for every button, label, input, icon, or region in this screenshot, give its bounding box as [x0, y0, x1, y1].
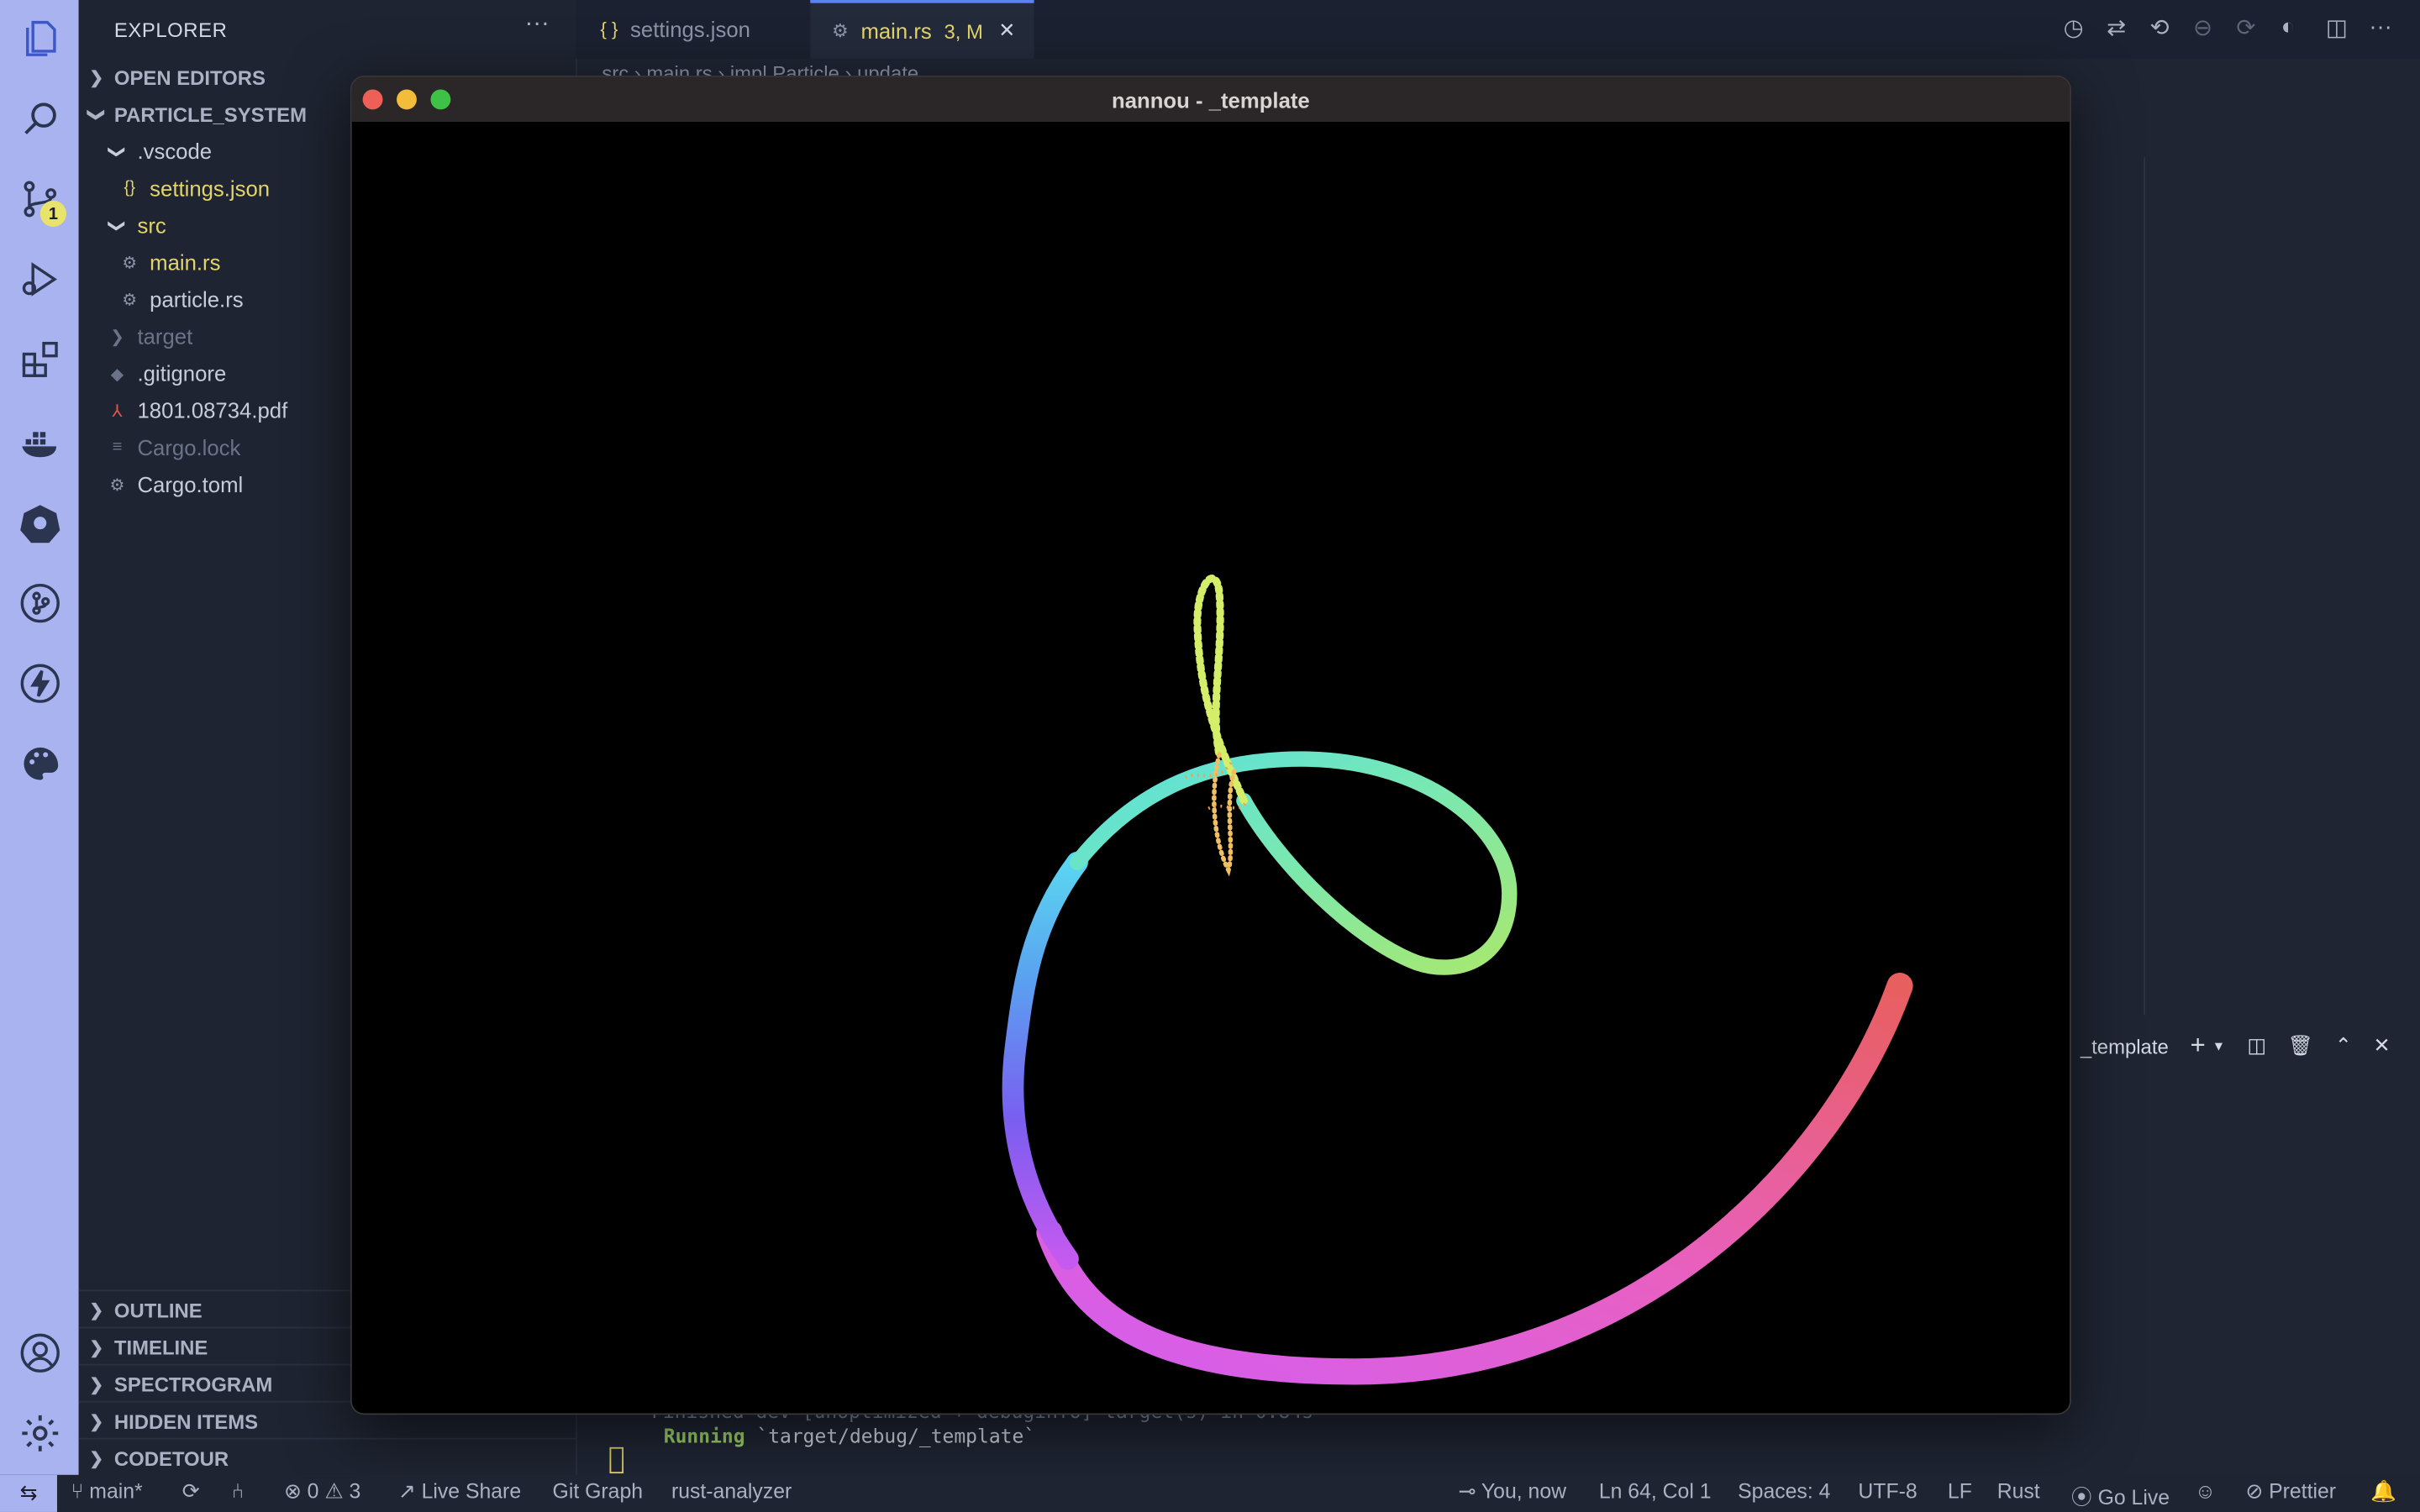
- section-codetour[interactable]: ❯ CODETOUR: [78, 1437, 576, 1477]
- braces-icon: {}: [124, 179, 136, 198]
- chevron-right-icon: ❯: [89, 1449, 104, 1468]
- split-editor-icon[interactable]: ◫: [2326, 14, 2348, 41]
- new-terminal-icon[interactable]: +: [2190, 1031, 2205, 1062]
- git-icon: ◆: [110, 365, 124, 384]
- close-panel-icon[interactable]: ✕: [2373, 1034, 2390, 1058]
- close-icon[interactable]: ✕: [998, 18, 1015, 43]
- maximize-panel-icon[interactable]: ⌃: [2335, 1034, 2352, 1058]
- prettier-status[interactable]: ⊘ Prettier: [2245, 1479, 2336, 1504]
- chevron-right-icon: ❯: [89, 1338, 104, 1357]
- git-graph-status-icon[interactable]: ⑃: [232, 1479, 245, 1503]
- git-branch-icon: ⑂: [71, 1479, 84, 1503]
- maximize-window-button[interactable]: [430, 89, 451, 110]
- commit-icon[interactable]: ⊖: [2193, 14, 2212, 41]
- explorer-icon[interactable]: [14, 13, 66, 65]
- lines-icon: ≡: [112, 438, 123, 457]
- trash-icon[interactable]: 🗑: [2288, 1034, 2313, 1058]
- terminal-line-running: Running `target/debug/_template`: [663, 1424, 1036, 1447]
- chevron-down-icon: ❯: [107, 144, 126, 159]
- window-title-bar[interactable]: nannou - _template: [351, 76, 2070, 123]
- source-control-badge: 1: [39, 200, 66, 227]
- run-debug-icon[interactable]: [14, 253, 66, 305]
- go-back-icon[interactable]: ⟲: [2150, 14, 2170, 41]
- gitlens-icon[interactable]: ◐: [2281, 14, 2296, 40]
- copilot-icon[interactable]: ☺: [2195, 1479, 2216, 1503]
- end-of-line[interactable]: LF: [1948, 1479, 1972, 1503]
- commit-icon: ⊸: [1458, 1479, 1476, 1503]
- terminal-name: _template: [2080, 1034, 2169, 1058]
- search-icon[interactable]: [14, 92, 66, 144]
- status-bar: ⇆ ⑂ main* ⟳ ⑃ ⊗ 0 ⚠ 3 ↗ Live Share Git G…: [0, 1474, 2420, 1512]
- tab-settings-json[interactable]: { } settings.json: [576, 0, 808, 59]
- kubernetes-icon[interactable]: [14, 496, 66, 549]
- chevron-right-icon: ❯: [89, 68, 104, 87]
- git-graph-icon[interactable]: [14, 577, 66, 629]
- rust-icon: ⚙: [831, 19, 849, 42]
- indentation[interactable]: Spaces: 4: [1738, 1479, 1830, 1503]
- particle-trail-drawing: [1002, 575, 1913, 1385]
- rust-analyzer-status[interactable]: rust-analyzer: [671, 1479, 792, 1503]
- particle-canvas: [351, 122, 2070, 1414]
- editor-ruler: [2144, 157, 2146, 1016]
- activity-bar: 1: [0, 0, 79, 1475]
- braces-icon: { }: [600, 18, 618, 40]
- editor-tabs: { } settings.json ⚙ main.rs 3, M ✕: [576, 0, 2420, 59]
- problems-status[interactable]: ⊗ 0 ⚠ 3: [284, 1479, 360, 1504]
- rust-icon: ⚙: [122, 254, 138, 273]
- blame-status[interactable]: ⊸ You, now: [1459, 1479, 1566, 1504]
- minimize-window-button[interactable]: [397, 89, 417, 110]
- chevron-down-icon: ❯: [86, 107, 105, 122]
- compare-changes-icon[interactable]: ⇄: [2107, 14, 2126, 41]
- lightning-icon[interactable]: [14, 657, 66, 709]
- check-icon: ⊘: [2245, 1479, 2264, 1503]
- docker-icon[interactable]: [14, 417, 66, 469]
- chevron-right-icon: ❯: [89, 1301, 104, 1320]
- terminal-cursor: [609, 1446, 624, 1474]
- split-terminal-icon[interactable]: ◫: [2247, 1034, 2266, 1058]
- chevron-down-icon: ❯: [107, 218, 126, 233]
- terminal-toolbar: _template + ▾ ◫ 🗑 ⌃ ✕: [2068, 1018, 2420, 1074]
- git-graph-button[interactable]: Git Graph: [553, 1479, 644, 1503]
- go-live-button[interactable]: ⦿ Go Live: [2071, 1479, 2170, 1510]
- pdf-icon: ⅄: [112, 402, 123, 421]
- more-actions-icon[interactable]: ···: [2369, 14, 2392, 40]
- palette-icon[interactable]: [14, 738, 66, 790]
- account-icon[interactable]: [14, 1327, 66, 1379]
- rust-icon: ⚙: [122, 291, 138, 310]
- notifications-bell-icon[interactable]: 🔔: [2370, 1479, 2396, 1504]
- broadcast-icon: ⦿: [2070, 1485, 2092, 1509]
- branch-status[interactable]: ⑂ main*: [71, 1479, 142, 1503]
- language-mode[interactable]: Rust: [1997, 1479, 2040, 1503]
- explorer-more-button[interactable]: ···: [524, 11, 549, 39]
- sync-icon[interactable]: ⟳: [182, 1479, 200, 1504]
- chevron-right-icon: ❯: [89, 1412, 104, 1431]
- chevron-down-icon[interactable]: ▾: [2215, 1037, 2223, 1054]
- explorer-title: EXPLORER: [113, 18, 228, 42]
- go-forward-icon[interactable]: ⟳: [2236, 14, 2255, 41]
- nannou-window[interactable]: nannou - _template: [350, 75, 2071, 1415]
- gear-icon: ⚙: [109, 475, 125, 495]
- close-window-button[interactable]: [362, 89, 383, 110]
- manage-gear-icon[interactable]: [14, 1407, 66, 1459]
- warning-icon: ⚠: [324, 1479, 344, 1503]
- remote-indicator-icon[interactable]: ⇆: [0, 1474, 57, 1512]
- cursor-position[interactable]: Ln 64, Col 1: [1599, 1479, 1712, 1503]
- encoding[interactable]: UTF-8: [1858, 1479, 1917, 1503]
- extensions-icon[interactable]: [14, 333, 66, 386]
- live-share-icon: ↗: [397, 1479, 416, 1503]
- chevron-right-icon: ❯: [89, 1375, 104, 1394]
- live-share-button[interactable]: ↗ Live Share: [398, 1479, 521, 1504]
- timeline-icon[interactable]: ◷: [2064, 14, 2084, 41]
- error-icon: ⊗: [283, 1479, 302, 1503]
- window-title: nannou - _template: [1111, 87, 1310, 113]
- tab-main-rs[interactable]: ⚙ main.rs 3, M ✕: [810, 0, 1034, 59]
- chevron-right-icon: ❯: [110, 328, 125, 347]
